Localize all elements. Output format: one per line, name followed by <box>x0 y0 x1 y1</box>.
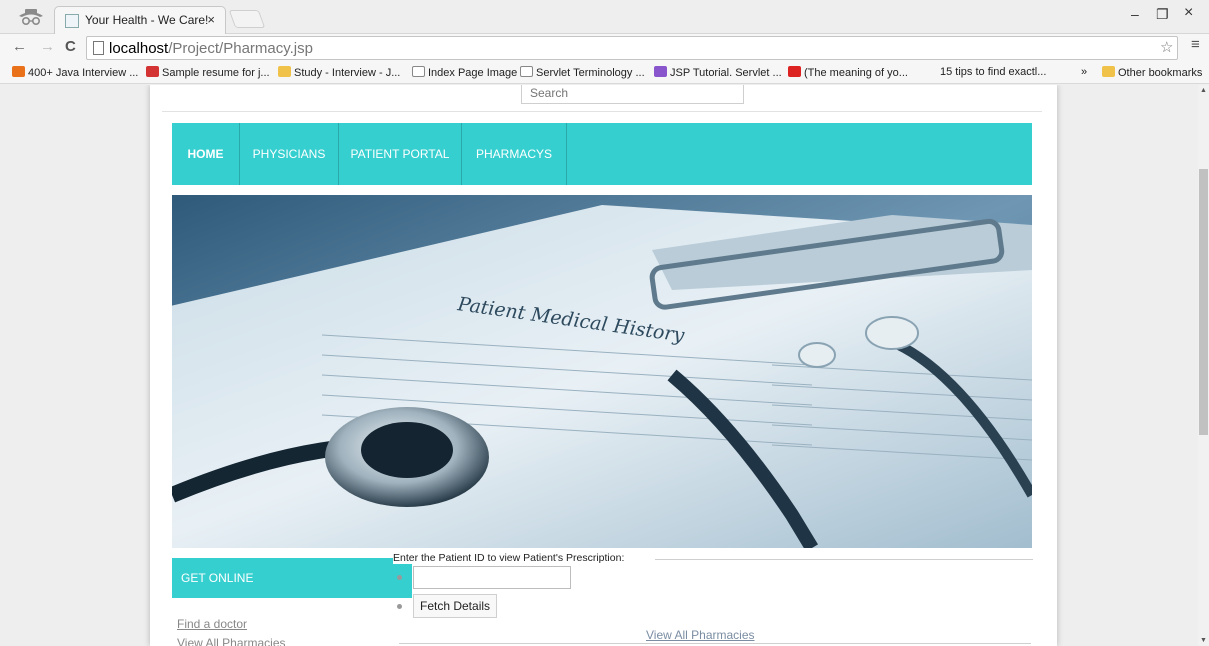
incognito-icon <box>19 9 43 26</box>
page-container: HOME PHYSICIANS PATIENT PORTAL PHARMACYS <box>150 85 1057 646</box>
bookmark-star-icon[interactable]: ☆ <box>1160 38 1173 56</box>
bookmark-item[interactable]: JSP Tutorial. Servlet ... <box>654 66 782 79</box>
nav-pharmacys[interactable]: PHARMACYS <box>462 123 567 185</box>
tab-strip: Your Health - We Care! × – ❐ × <box>0 0 1209 34</box>
new-tab-button[interactable] <box>228 10 266 28</box>
forward-icon[interactable]: → <box>40 38 55 55</box>
page-icon <box>93 41 104 55</box>
other-bookmarks[interactable]: Other bookmarks <box>1102 66 1202 79</box>
browser-tab[interactable]: Your Health - We Care! × <box>54 6 226 34</box>
folder-icon <box>1102 66 1115 77</box>
find-doctor-link[interactable]: Find a doctor <box>177 617 247 631</box>
sidebar: GET ONLINE Find a doctor View All Pharma… <box>172 558 412 646</box>
favicon-icon <box>65 14 79 28</box>
close-window-button[interactable]: × <box>1184 4 1193 22</box>
divider <box>162 111 1042 112</box>
scroll-thumb[interactable] <box>1199 169 1208 435</box>
list-bullet <box>397 575 402 580</box>
list-bullet <box>397 604 402 609</box>
main-nav: HOME PHYSICIANS PATIENT PORTAL PHARMACYS <box>172 123 1032 185</box>
prescription-form: Enter the Patient ID to view Patient's P… <box>393 546 1033 646</box>
back-icon[interactable]: ← <box>12 38 27 55</box>
tab-close-icon[interactable]: × <box>207 12 215 27</box>
url-text[interactable]: localhost/Project/Pharmacy.jsp <box>109 40 313 57</box>
address-bar[interactable]: localhost/Project/Pharmacy.jsp <box>86 36 1178 60</box>
t-icon <box>520 66 533 77</box>
search-input[interactable] <box>521 85 744 104</box>
chrome-menu-icon[interactable]: ≡ <box>1191 36 1200 53</box>
bookmarks-overflow[interactable]: » <box>1081 66 1087 78</box>
bookmark-item[interactable]: Sample resume for j... <box>146 66 270 79</box>
divider <box>399 643 1031 644</box>
patient-id-input[interactable] <box>413 566 571 589</box>
hero-image: Patient Medical History <box>172 195 1032 548</box>
browser-toolbar: ← → C localhost/Project/Pharmacy.jsp ☆ <box>0 34 1209 62</box>
folder-icon <box>278 66 291 77</box>
bookmark-item[interactable]: 400+ Java Interview ... <box>12 66 138 79</box>
tab-title: Your Health - We Care! <box>85 13 209 27</box>
restore-button[interactable]: ❐ <box>1156 6 1169 23</box>
sidebar-heading: GET ONLINE <box>172 558 412 598</box>
site-icon <box>146 66 159 77</box>
bookmarks-bar: 400+ Java Interview ... Sample resume fo… <box>0 62 1209 84</box>
page-icon <box>412 66 425 77</box>
page-scrollbar[interactable]: ▲ ▼ <box>1198 85 1209 646</box>
nav-physicians[interactable]: PHYSICIANS <box>240 123 339 185</box>
nav-patient-portal[interactable]: PATIENT PORTAL <box>339 123 462 185</box>
site-icon <box>788 66 801 77</box>
form-legend: Enter the Patient ID to view Patient's P… <box>393 552 631 564</box>
scroll-down-icon[interactable]: ▼ <box>1200 637 1207 644</box>
bookmark-item[interactable]: 15 tips to find exactl... <box>940 66 1046 78</box>
bookmark-item[interactable]: Servlet Terminology ... <box>520 66 645 79</box>
reload-icon[interactable]: C <box>65 38 76 55</box>
blogger-icon <box>12 66 25 77</box>
bookmark-item[interactable]: Index Page Image <box>412 66 517 79</box>
nav-home[interactable]: HOME <box>172 123 240 185</box>
minimize-button[interactable]: – <box>1131 6 1139 22</box>
bookmark-item[interactable]: (The meaning of yo... <box>788 66 908 79</box>
page-viewport: HOME PHYSICIANS PATIENT PORTAL PHARMACYS <box>0 85 1198 646</box>
site-icon <box>654 66 667 77</box>
view-all-pharmacies-link[interactable]: View All Pharmacies <box>177 636 286 646</box>
fetch-details-button[interactable]: Fetch Details <box>413 594 498 618</box>
scroll-up-icon[interactable]: ▲ <box>1200 87 1207 94</box>
view-all-pharmacies-link[interactable]: View All Pharmacies <box>646 628 755 642</box>
legend-rule <box>655 559 1033 560</box>
bookmark-item[interactable]: Study - Interview - J... <box>278 66 400 79</box>
